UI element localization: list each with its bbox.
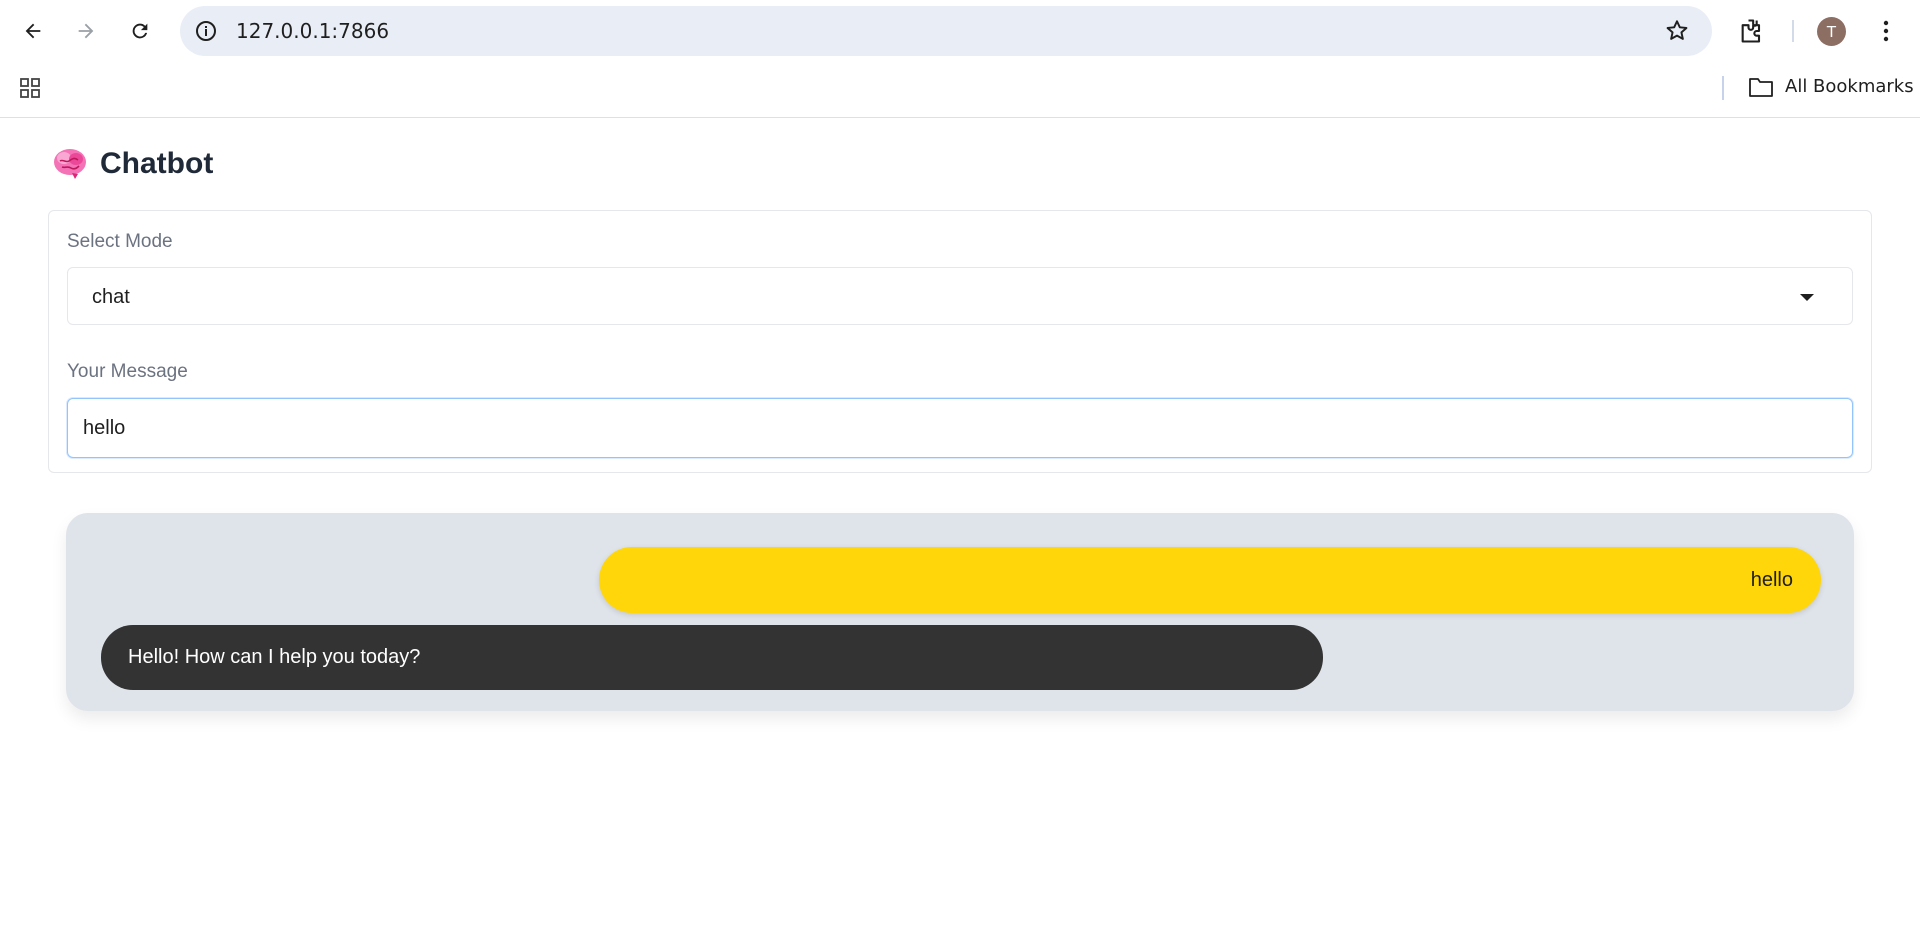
forward-arrow-icon [78,23,94,39]
message-input[interactable] [67,398,1853,458]
brain-icon [54,149,86,179]
bot-message-text: Hello! How can I help you today? [128,646,421,668]
message-label: Your Message [67,361,188,382]
bot-message-bubble: Hello! How can I help you today? [101,625,1323,690]
mode-selected-value: chat [92,286,130,308]
dropdown-caret-icon [1800,294,1814,301]
all-bookmarks-link[interactable]: All Bookmarks [1785,62,1914,112]
address-bar[interactable]: 127.0.0.1:7866 [180,6,1712,56]
user-message-bubble: hello [599,547,1821,613]
apps-grid-icon[interactable] [18,76,42,100]
forward-button[interactable] [68,13,104,49]
bookmarks-divider [1722,76,1724,100]
profile-avatar[interactable]: T [1817,17,1846,46]
browser-toolbar: 127.0.0.1:7866 T [0,0,1920,62]
chat-history-panel[interactable]: hello Hello! How can I help you today? [66,513,1854,711]
back-arrow-icon [25,23,41,39]
page-title: Chatbot [100,147,214,180]
mode-label: Select Mode [67,231,173,252]
site-info-icon[interactable] [194,19,218,43]
user-message-text: hello [1750,569,1793,591]
toolbar-divider [1792,20,1794,42]
page-header: Chatbot [52,144,213,184]
mode-dropdown[interactable]: chat [67,267,1853,325]
input-form-panel: Select Mode chat Your Message [48,210,1872,473]
more-menu-icon[interactable] [1874,17,1898,45]
back-button[interactable] [15,13,51,49]
bookmarks-bar: All Bookmarks [0,62,1920,118]
bookmark-star-icon[interactable] [1664,18,1690,44]
reload-icon [132,23,148,39]
url-text[interactable]: 127.0.0.1:7866 [236,6,389,56]
reload-button[interactable] [122,13,158,49]
extensions-icon[interactable] [1738,17,1766,45]
folder-icon[interactable] [1748,75,1774,99]
